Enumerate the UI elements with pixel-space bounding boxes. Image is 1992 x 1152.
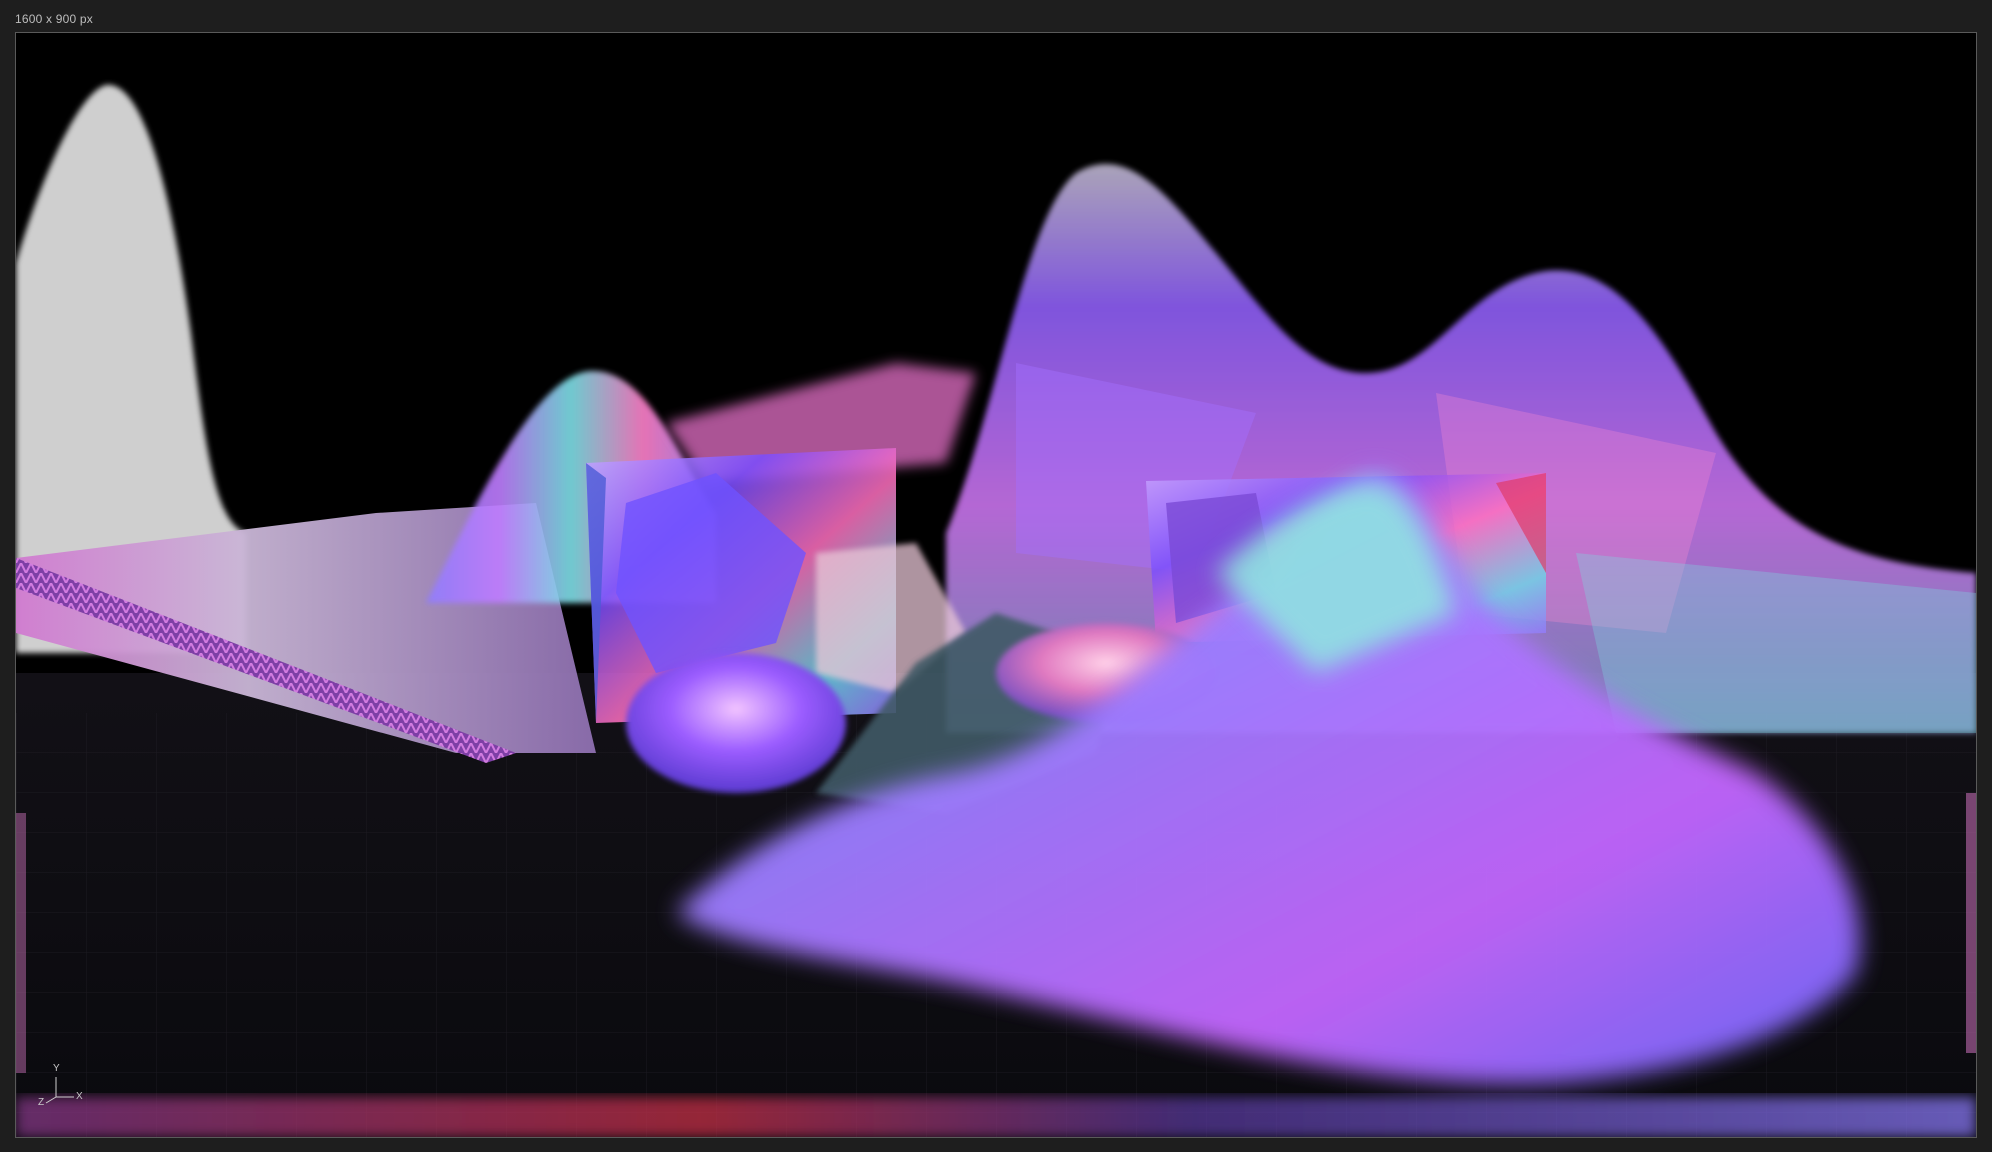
axis-z-label: Z [38,1097,45,1108]
render-viewport-window: 1600 x 900 px Y X Z [0,0,1992,1152]
rendered-scene [16,33,1976,1137]
axis-gizmo-lines [45,1077,74,1104]
resolution-label: 1600 x 900 px [15,12,93,26]
render-viewport[interactable]: Y X Z [15,32,1977,1138]
axis-gizmo: Y X Z [38,1063,98,1113]
axis-y-label: Y [53,1063,60,1074]
axis-x-label: X [76,1091,83,1102]
